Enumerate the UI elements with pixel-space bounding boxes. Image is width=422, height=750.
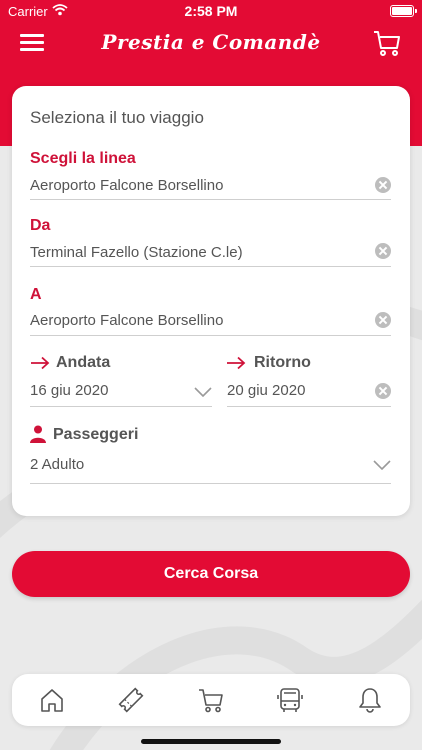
bus-icon[interactable]	[276, 686, 304, 714]
home-indicator	[141, 739, 281, 744]
return-date-field[interactable]: 20 giu 2020	[227, 382, 305, 399]
departure-date-field[interactable]: 16 giu 2020	[30, 382, 108, 399]
divider	[30, 483, 391, 484]
search-button[interactable]: Cerca Corsa	[12, 551, 410, 597]
divider	[30, 199, 391, 200]
trip-form-card: Seleziona il tuo viaggio Scegli la linea…	[12, 86, 410, 516]
from-field[interactable]: Terminal Fazello (Stazione C.le)	[30, 244, 243, 261]
to-label: A	[30, 286, 42, 303]
to-field[interactable]: Aeroporto Falcone Borsellino	[30, 312, 223, 329]
return-label: Ritorno	[254, 354, 311, 371]
clear-icon[interactable]	[375, 243, 391, 259]
status-time: 2:58 PM	[184, 3, 238, 19]
divider	[30, 266, 391, 267]
divider	[30, 406, 212, 407]
clear-icon[interactable]	[375, 383, 391, 399]
cart-icon[interactable]	[372, 28, 402, 58]
passengers-label: Passeggeri	[53, 426, 139, 443]
passengers-field[interactable]: 2 Adulto	[30, 456, 84, 473]
brand-logo: Prestia e Comandè	[101, 30, 321, 54]
departure-label: Andata	[56, 354, 111, 371]
divider	[30, 335, 391, 336]
bell-icon[interactable]	[356, 686, 384, 714]
clear-icon[interactable]	[375, 177, 391, 193]
cart-icon[interactable]	[197, 686, 225, 714]
chevron-down-icon[interactable]	[194, 387, 212, 397]
arrow-right-icon	[31, 356, 50, 370]
person-icon	[30, 425, 46, 443]
ticket-icon[interactable]	[117, 686, 145, 714]
line-field[interactable]: Aeroporto Falcone Borsellino	[30, 177, 223, 194]
from-label: Da	[30, 217, 51, 234]
divider	[227, 406, 391, 407]
tab-bar	[12, 674, 410, 726]
arrow-right-icon	[227, 356, 246, 370]
status-bar: Carrier 2:58 PM	[0, 0, 422, 24]
home-icon[interactable]	[38, 686, 66, 714]
line-label: Scegli la linea	[30, 150, 136, 167]
battery-icon	[390, 5, 417, 17]
clear-icon[interactable]	[375, 312, 391, 328]
form-title: Seleziona il tuo viaggio	[30, 108, 204, 127]
chevron-down-icon[interactable]	[373, 460, 391, 470]
